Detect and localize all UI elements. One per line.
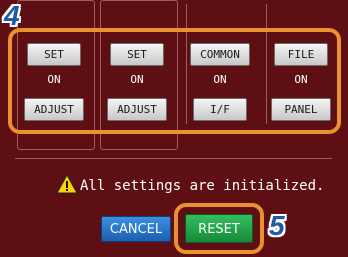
status-4: ON xyxy=(294,73,308,86)
if-button[interactable]: I/F xyxy=(193,98,247,121)
step4-callout: 4 xyxy=(4,0,20,31)
panel-button[interactable]: PANEL xyxy=(271,98,331,121)
status-1: ON xyxy=(47,73,61,86)
initialize-dialog: 4 SET ON ADJUST SET ON ADJUST COMMON ON … xyxy=(0,0,348,257)
common-button[interactable]: COMMON xyxy=(190,43,250,66)
reset-button[interactable]: RESET xyxy=(185,214,253,243)
file-button[interactable]: FILE xyxy=(274,43,328,66)
warning-message: All settings are initialized. xyxy=(80,178,325,194)
status-3: ON xyxy=(213,73,227,86)
adjust-button-1[interactable]: ADJUST xyxy=(24,98,84,121)
warning-icon xyxy=(56,173,78,194)
cancel-button[interactable]: CANCEL xyxy=(101,216,171,242)
adjust-button-2[interactable]: ADJUST xyxy=(107,98,167,121)
step5-callout: 5 xyxy=(269,210,285,241)
status-2: ON xyxy=(130,73,144,86)
section-divider xyxy=(15,158,332,159)
set-button-1[interactable]: SET xyxy=(27,43,81,66)
set-button-2[interactable]: SET xyxy=(110,43,164,66)
